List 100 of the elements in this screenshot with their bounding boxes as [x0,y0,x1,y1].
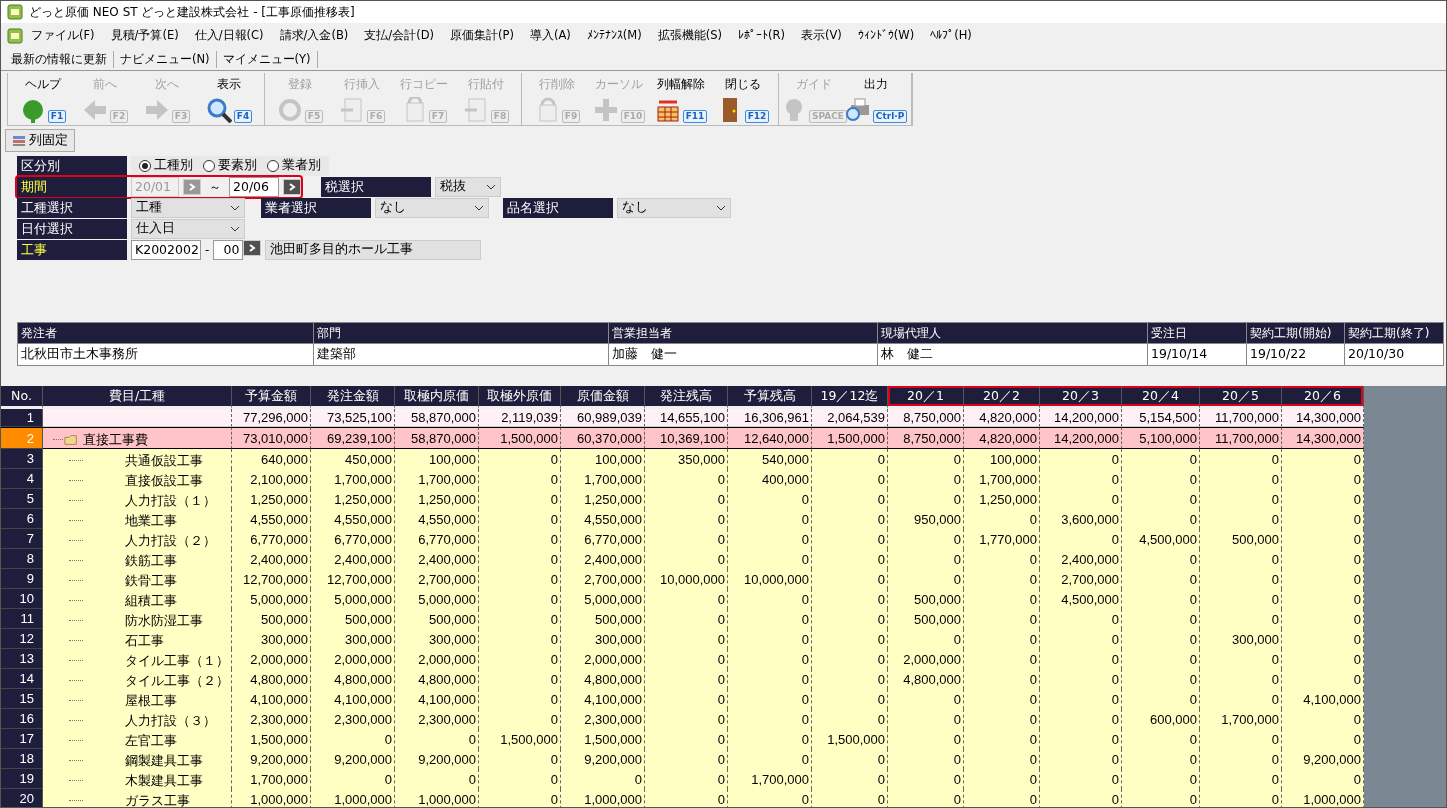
table-cell: 0 [1122,549,1200,570]
date-field[interactable]: 20/06 [229,176,279,197]
table-cell: 500,000 [311,609,395,630]
freeze-button[interactable]: 列固定 [5,129,75,152]
row-number[interactable]: 14 [1,669,43,690]
radio-button[interactable] [203,159,215,172]
table-cell: 2,100,000 [232,469,311,490]
table-cell: 4,550,000 [311,509,395,530]
row-number[interactable]: 16 [1,709,43,730]
row-number[interactable]: 1 [1,409,43,428]
table-cell: 0 [645,549,728,570]
go-button[interactable] [243,239,262,256]
item-name: 人力打設（１） [125,493,216,509]
table-cell: 0 [479,749,561,770]
table-cell: 1,500,000 [812,729,888,750]
table-cell: 58,870,000 [395,409,479,428]
toolbar-button[interactable]: 表示 F4 [198,73,260,125]
table-cell: 4,100,000 [311,689,395,710]
menu-item[interactable]: 支払/会計(D) [356,25,443,47]
tree-line [69,460,83,462]
table-cell: 2,000,000 [561,649,645,670]
branch-field[interactable]: 00 [213,239,244,260]
menu-item[interactable]: 導入(A) [522,25,579,47]
table-cell: 300,000 [1200,629,1282,650]
table-cell: 2,300,000 [232,709,311,730]
table-cell: 0 [728,669,812,690]
row-number[interactable]: 19 [1,769,43,790]
menu-item[interactable]: 拡張機能(S) [649,25,730,47]
row-number[interactable]: 10 [1,589,43,610]
item-name: 直接仮設工事 [125,473,203,489]
menu-item[interactable]: 請求/入金(B) [271,25,357,47]
table-cell: 2,700,000 [395,569,479,590]
row-number[interactable]: 5 [1,489,43,510]
dropdown[interactable]: 仕入日 [131,218,245,239]
table-cell: 0 [1282,709,1364,730]
toolbar-button[interactable]: ヘルプ F1 [12,73,74,125]
row-number[interactable]: 11 [1,609,43,630]
table-cell: 0 [1282,589,1364,610]
radio-button[interactable] [267,159,279,172]
dropdown[interactable]: 税抜 [435,176,501,197]
row-number[interactable]: 20 [1,789,43,807]
item-name: タイル工事（２） [125,673,229,689]
menu-item[interactable]: ﾍﾙﾌﾟ(H) [922,25,980,47]
menu-item[interactable]: 原価集計(P) [442,25,522,47]
field-label: 日付選択 [17,218,127,239]
table-cell: 2,700,000 [561,569,645,590]
toolbar-button[interactable]: 閉じる F12 [712,73,774,125]
column-header: 19／12迄 [812,385,888,410]
row-number[interactable]: 12 [1,629,43,650]
column-header: 発注者 [17,322,314,344]
row-number[interactable]: 7 [1,529,43,550]
dropdown[interactable]: 工種 [131,197,245,218]
menu-item[interactable]: ナビメニュー(N) [114,50,217,69]
row-number[interactable]: 17 [1,729,43,750]
table-cell: 2,400,000 [232,549,311,570]
row-number[interactable]: 3 [1,449,43,470]
row-number[interactable]: 15 [1,689,43,710]
menu-item[interactable]: マイメニュー(Y) [216,50,318,69]
table-cell: 0 [645,529,728,550]
table-cell: 5,154,500 [1122,409,1200,428]
table-cell: 0 [1122,769,1200,790]
row-number[interactable]: 9 [1,569,43,590]
tree-line [69,640,83,642]
row-number[interactable]: 8 [1,549,43,570]
dropdown[interactable]: なし [375,197,489,218]
table-cell: 0 [964,549,1040,570]
menu-item[interactable]: ﾒﾝﾃﾅﾝｽ(M) [578,25,650,47]
dropdown[interactable]: なし [617,197,731,218]
go-button[interactable] [283,178,301,195]
menu-item[interactable]: ﾚﾎﾟｰﾄ(R) [730,25,793,47]
table-cell: 0 [728,689,812,710]
table-cell: 0 [964,589,1040,610]
menu-item[interactable]: ｳｨﾝﾄﾞｳ(W) [849,25,923,47]
table-cell: 0 [479,469,561,490]
menu-item[interactable]: 表示(V) [793,25,850,47]
column-header: 費目/工種 [43,385,232,410]
table-cell: 1,500,000 [479,729,561,750]
column-header: 20／6 [1282,385,1364,410]
toolbar-button[interactable]: 出力 Ctrl·P [845,73,907,125]
cross-icon [592,97,619,123]
radio-button[interactable] [139,159,151,172]
table-cell: 8,750,000 [888,427,964,450]
row-number[interactable]: 13 [1,649,43,670]
table-cell: 14,200,000 [1040,409,1122,428]
code-field[interactable]: K2002002 [131,239,201,260]
table-cell: 0 [1200,489,1282,510]
row-number[interactable]: 18 [1,749,43,770]
table-cell: 0 [888,569,964,590]
menu-item[interactable]: 最新の情報に更新 [5,50,114,69]
table-cell: 0 [645,589,728,610]
column-header: No. [1,385,43,410]
row-number[interactable]: 4 [1,469,43,490]
menu-item[interactable]: 見積/予算(E) [102,25,187,47]
menu-item[interactable]: 仕入/日報(C) [186,25,272,47]
table-cell: 0 [1282,489,1364,510]
table-cell: 0 [561,769,645,790]
toolbar-button[interactable]: 列幅解除 F11 [650,73,712,125]
menu-item[interactable]: ファイル(F) [23,25,103,47]
row-number[interactable]: 6 [1,509,43,530]
table-cell: 0 [964,789,1040,807]
